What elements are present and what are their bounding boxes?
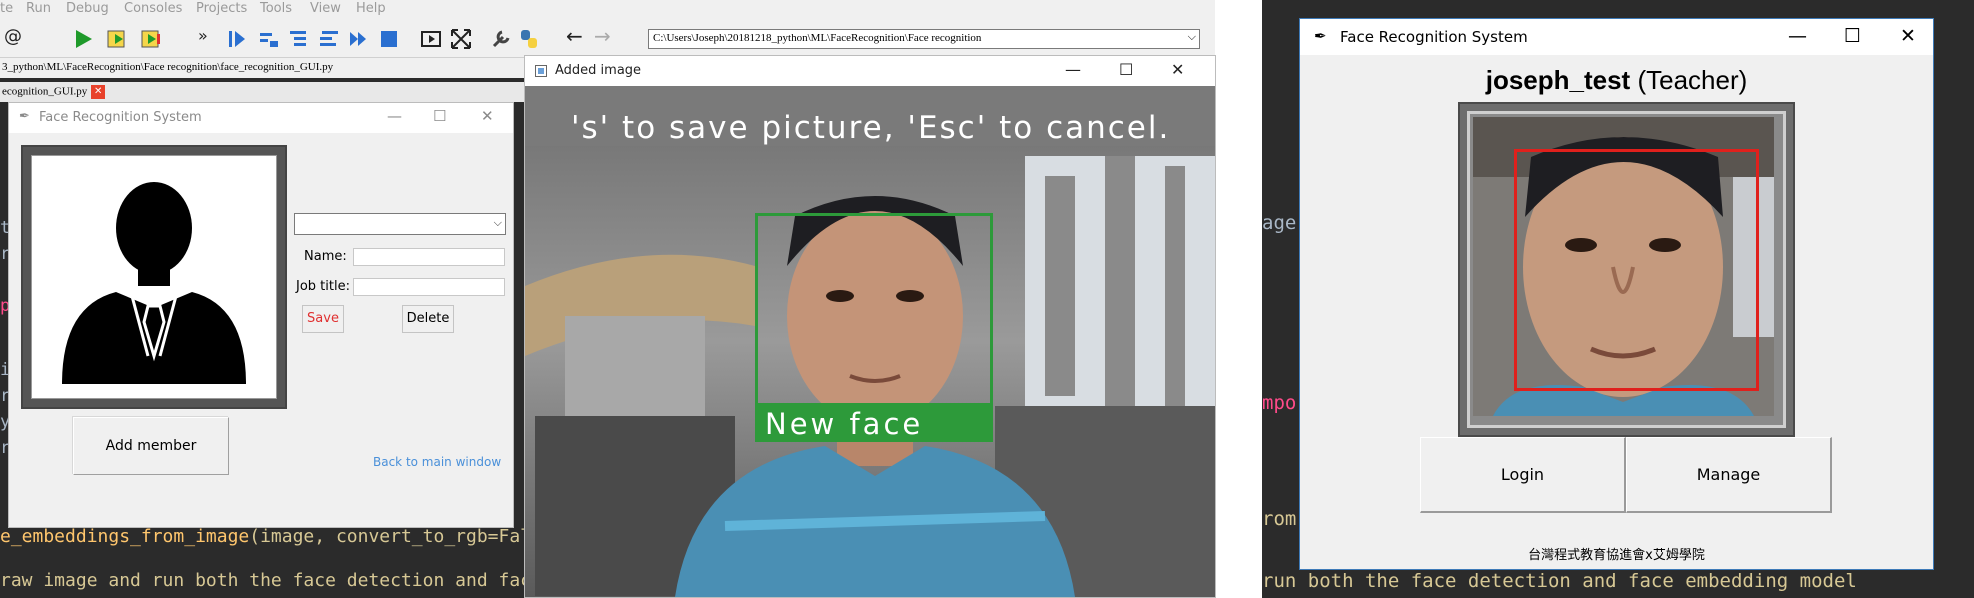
job-title-field[interactable] — [353, 278, 505, 296]
member-window-titlebar[interactable]: ✒ Face Recognition System — ☐ ✕ — [9, 103, 513, 133]
code-fragment: rom — [1262, 508, 1297, 530]
step-into-icon[interactable] — [288, 28, 310, 50]
menu-item[interactable]: te — [0, 1, 13, 16]
name-label: Name: — [304, 249, 347, 264]
user-name: joseph_test — [1485, 65, 1631, 95]
maximize-icon[interactable]: ☐ — [1119, 60, 1133, 79]
login-button[interactable]: Login — [1420, 437, 1626, 513]
feather-icon: ✒ — [19, 109, 30, 124]
member-window: ✒ Face Recognition System — ☐ ✕ ⌵ Name: … — [8, 102, 514, 528]
close-icon[interactable]: ✕ — [481, 107, 494, 125]
fullscreen-icon[interactable] — [450, 28, 472, 50]
working-directory-text: C:\Users\Joseph\20181218_python\ML\FaceR… — [653, 32, 982, 44]
save-button[interactable]: Save — [302, 305, 344, 333]
back-to-main-link[interactable]: Back to main window — [373, 455, 501, 469]
desktop: te Run Debug Consoles Projects Tools Vie… — [0, 0, 1974, 598]
stop-icon[interactable] — [378, 28, 400, 50]
added-image-title: Added image — [555, 63, 642, 78]
add-member-button[interactable]: Add member — [73, 417, 229, 475]
working-directory-field[interactable]: C:\Users\Joseph\20181218_python\ML\FaceR… — [648, 29, 1200, 49]
maximize-pane-icon[interactable] — [420, 28, 442, 50]
job-title-field-value — [354, 283, 357, 297]
editor-tab-label: ecognition_GUI.py — [2, 85, 88, 98]
minimize-icon[interactable]: — — [387, 107, 402, 125]
member-select[interactable]: ⌵ — [294, 213, 506, 235]
camera-instruction: 's' to save picture, 'Esc' to cancel. — [571, 110, 1171, 146]
user-photo-border — [1467, 111, 1786, 428]
manage-button[interactable]: Manage — [1626, 437, 1832, 513]
menu-item-view[interactable]: View — [310, 1, 341, 16]
code-fragment: mpo — [1262, 392, 1297, 414]
close-tab-icon[interactable]: ✕ — [91, 85, 106, 99]
menu-item-debug[interactable]: Debug — [66, 1, 109, 16]
user-photo-frame — [1458, 102, 1795, 437]
continue-icon[interactable] — [348, 28, 370, 50]
member-window-title: Face Recognition System — [39, 110, 202, 125]
name-field[interactable] — [353, 248, 505, 266]
minimize-icon[interactable]: — — [1065, 60, 1081, 79]
main-window: ✒ Face Recognition System — ☐ ✕ joseph_t… — [1299, 18, 1934, 570]
close-icon[interactable]: ✕ — [1171, 60, 1184, 79]
run-cell-icon[interactable] — [106, 28, 128, 50]
user-heading: joseph_test (Teacher) — [1300, 65, 1933, 96]
added-image-window: Added image — ☐ ✕ 's' to save picture, '… — [524, 55, 1216, 598]
member-photo-frame — [21, 145, 287, 409]
menu-item-projects[interactable]: Projects — [196, 1, 247, 16]
main-window-titlebar[interactable]: ✒ Face Recognition System — ☐ ✕ — [1300, 19, 1933, 55]
name-field-value — [354, 253, 357, 267]
added-image-titlebar[interactable]: Added image — ☐ ✕ — [525, 56, 1215, 86]
member-photo — [31, 155, 277, 399]
step-icon[interactable] — [258, 28, 280, 50]
user-photo — [1473, 117, 1780, 422]
close-icon[interactable]: ✕ — [1900, 25, 1916, 47]
back-arrow-icon[interactable]: ← — [566, 24, 588, 48]
python-icon[interactable] — [518, 28, 540, 50]
delete-button[interactable]: Delete — [402, 305, 454, 333]
wrench-icon[interactable] — [490, 28, 512, 50]
window-app-icon — [535, 65, 547, 77]
job-title-label: Job title: — [296, 279, 350, 294]
menu-item-help[interactable]: Help — [356, 1, 386, 16]
minimize-icon[interactable]: — — [1788, 25, 1807, 47]
code-fragment: age — [1262, 212, 1297, 234]
menu-item-tools[interactable]: Tools — [260, 1, 292, 16]
editor-tab[interactable]: ecognition_GUI.py ✕ — [0, 82, 530, 102]
at-sign-icon[interactable]: @ — [4, 26, 26, 48]
menu-item-run[interactable]: Run — [26, 1, 51, 16]
more-icon[interactable]: » — [198, 26, 220, 48]
camera-frame: 's' to save picture, 'Esc' to cancel. Ne… — [525, 86, 1215, 597]
maximize-icon[interactable]: ☐ — [1844, 25, 1861, 47]
footer-credit: 台灣程式教育協進會x艾姆學院 — [1528, 548, 1705, 563]
run-cell-advance-icon[interactable] — [140, 28, 162, 50]
code-args: (image, convert_to_rgb=Fals — [249, 526, 542, 547]
face-label: New face — [755, 406, 993, 442]
code-line: run both the face detection and face emb… — [1262, 570, 1857, 592]
main-window-title: Face Recognition System — [1340, 28, 1528, 46]
person-silhouette-icon — [62, 182, 246, 384]
chevron-down-icon[interactable]: ⌵ — [494, 216, 502, 230]
code-line: e_embeddings_from_image(image, convert_t… — [0, 526, 542, 547]
ide-menubar: te Run Debug Consoles Projects Tools Vie… — [0, 0, 1215, 20]
run-icon[interactable] — [72, 28, 94, 50]
feather-icon: ✒ — [1314, 27, 1327, 45]
face-detection-box — [1514, 149, 1759, 391]
menu-item-consoles[interactable]: Consoles — [124, 1, 182, 16]
face-detection-box — [755, 213, 993, 406]
code-function-name: e_embeddings_from_image — [0, 526, 250, 547]
debug-icon[interactable] — [226, 28, 248, 50]
forward-arrow-icon[interactable]: → — [594, 24, 616, 48]
code-line: raw image and run both the face detectio… — [0, 570, 542, 591]
user-role: (Teacher) — [1637, 65, 1748, 95]
chevron-down-icon[interactable]: ⌵ — [1188, 31, 1196, 44]
maximize-icon[interactable]: ☐ — [433, 107, 446, 125]
step-return-icon[interactable] — [318, 28, 340, 50]
